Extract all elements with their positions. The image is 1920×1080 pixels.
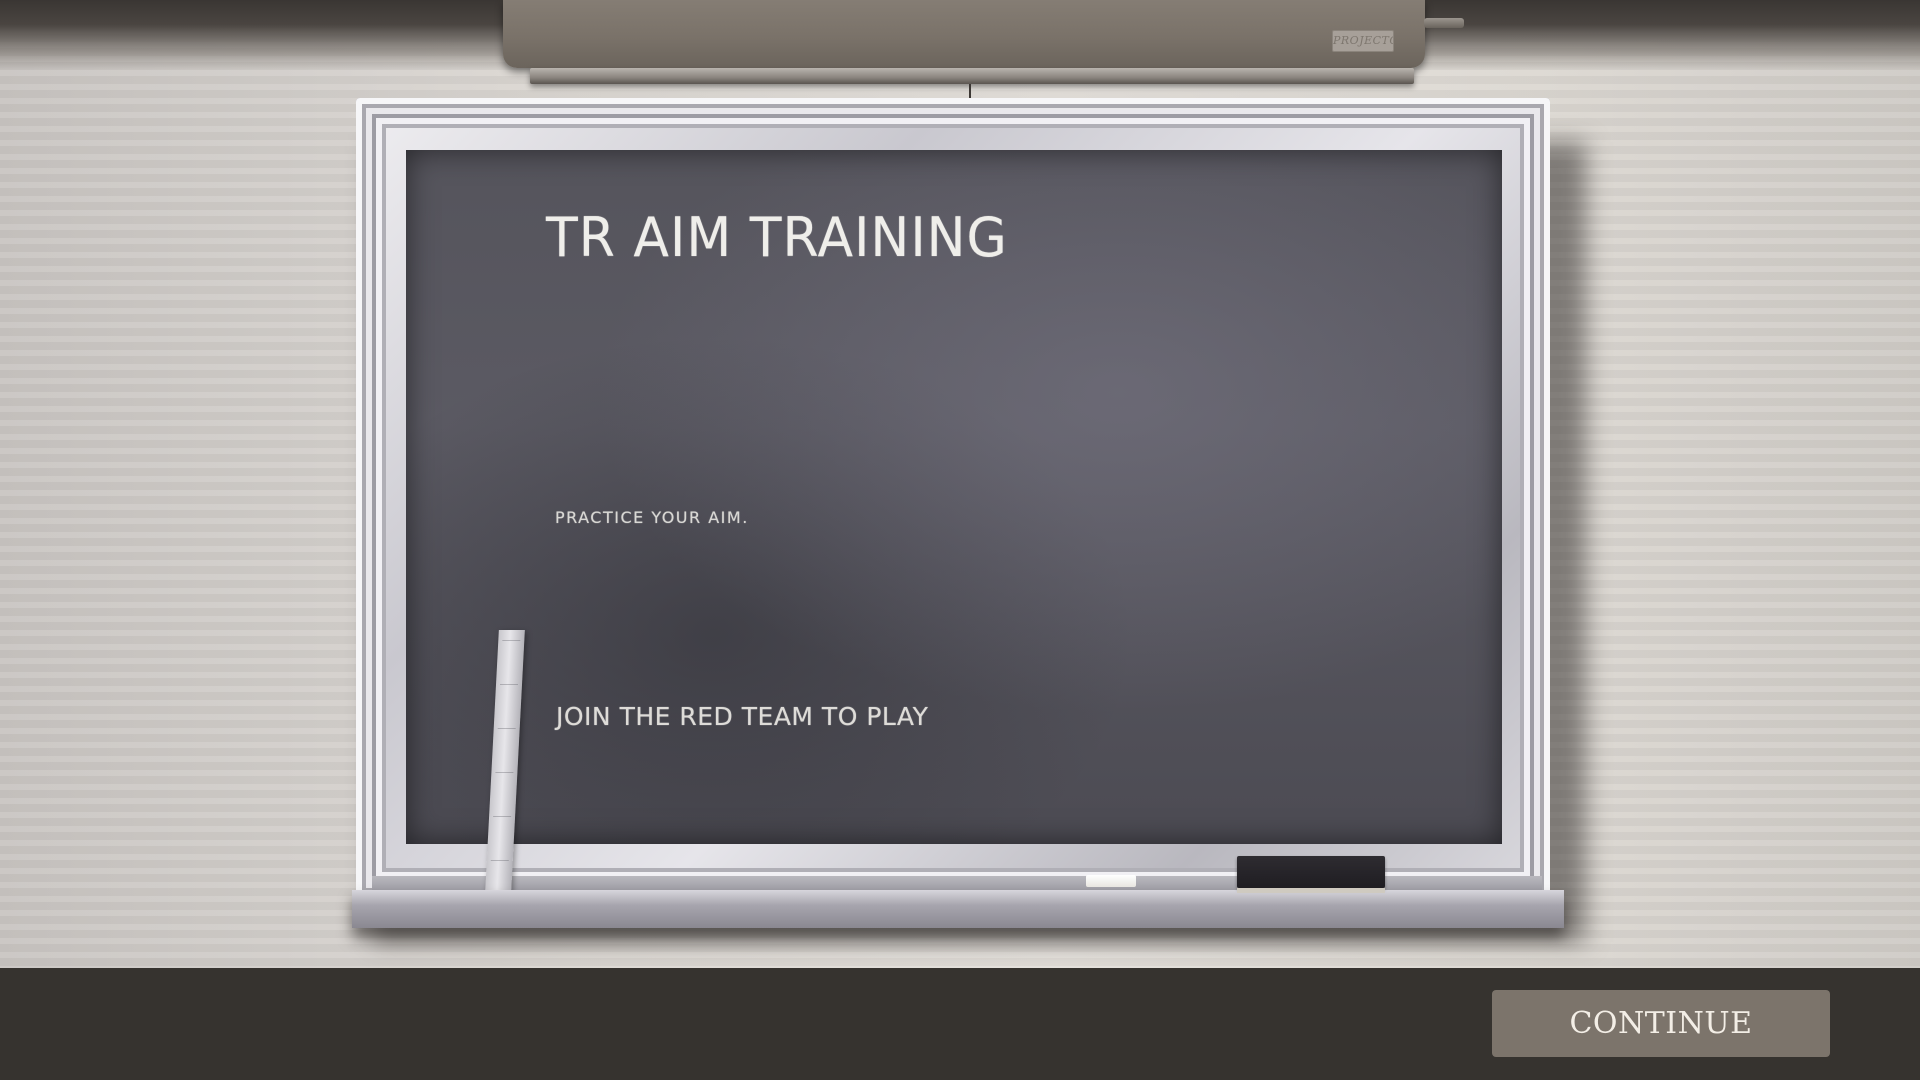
projector-end-cap: [1424, 18, 1464, 28]
projector-screen-housing: [503, 0, 1425, 68]
chalk-stick-icon: [1086, 875, 1136, 887]
projector-brand-plate: PROJECTO: [1332, 30, 1394, 52]
game-mode-title: TR AIM TRAINING: [546, 206, 1008, 270]
projector-screen-bar: [530, 68, 1414, 84]
eraser-icon: [1237, 856, 1385, 893]
game-mode-description: PRACTICE YOUR AIM.: [555, 508, 749, 527]
team-instruction: JOIN THE RED TEAM TO PLAY: [556, 702, 929, 731]
game-scene: PROJECTO TR AIM TRAINING PRACTICE YOUR A…: [0, 0, 1920, 1080]
continue-button[interactable]: CONTINUE: [1492, 990, 1830, 1057]
chalk-tray: [352, 890, 1564, 928]
